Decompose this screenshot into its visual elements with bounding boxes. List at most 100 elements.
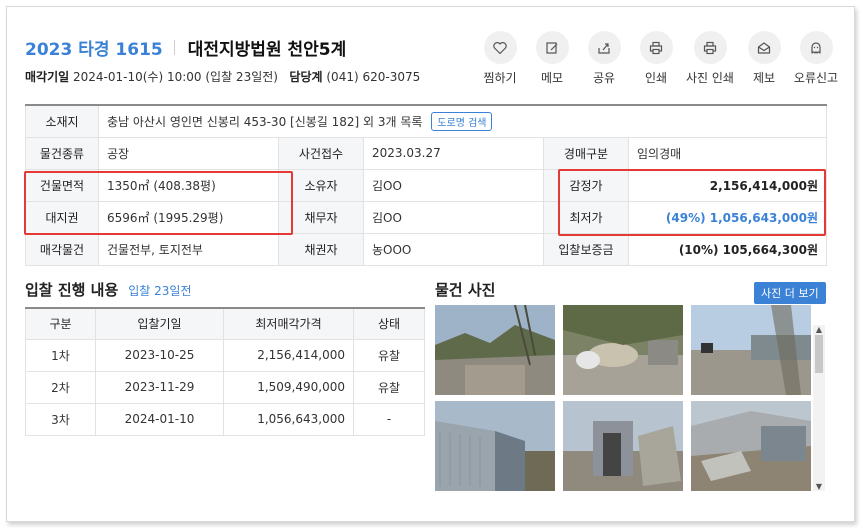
address-value: 충남 아산시 영인면 신봉리 453-30 [신봉길 182] 외 3개 목록 bbox=[107, 114, 423, 129]
case-date-label: 사건접수 bbox=[278, 136, 364, 170]
sale-date-value: 2024-01-10(수) 10:00 (입찰 23일전) bbox=[73, 70, 278, 84]
auction-kind-label: 경매구분 bbox=[543, 136, 629, 170]
bid-status: 유찰 bbox=[353, 338, 425, 372]
property-photo[interactable] bbox=[691, 305, 811, 395]
error-report-label: 오류신고 bbox=[793, 71, 839, 85]
report-label: 제보 bbox=[752, 71, 776, 85]
bidding-title: 입찰 진행 내용 bbox=[25, 281, 119, 299]
property-photo[interactable] bbox=[563, 305, 683, 395]
favorite-label: 찜하기 bbox=[483, 71, 517, 85]
bid-round: 3차 bbox=[25, 402, 96, 436]
auction-detail-panel: 2023 타경 1615 대전지방법원 천안5계 매각기일 2024-01-10… bbox=[6, 6, 855, 522]
land-value: 6596㎡ (1995.29평) bbox=[98, 200, 279, 234]
table-row: 3차 2024-01-10 1,056,643,000 - bbox=[25, 402, 425, 436]
table-row: 대지권 6596㎡ (1995.29평) 채무자 김OO 최저가 (49%) 1… bbox=[25, 200, 827, 234]
scroll-down-icon[interactable]: ▼ bbox=[813, 482, 825, 491]
deposit-value: (10%) 105,664,300원 bbox=[628, 232, 827, 266]
column-header-price: 최저매각가격 bbox=[223, 307, 354, 340]
type-value: 공장 bbox=[98, 136, 279, 170]
bid-status: - bbox=[353, 402, 425, 436]
scroll-up-icon[interactable]: ▲ bbox=[813, 325, 825, 334]
appraisal-value: 2,156,414,000원 bbox=[628, 168, 827, 202]
sale-item-value: 건물전부, 토지전부 bbox=[98, 232, 279, 266]
memo-label: 메모 bbox=[540, 71, 564, 85]
more-photos-button[interactable]: 사진 더 보기 bbox=[754, 282, 826, 304]
type-label: 물건종류 bbox=[25, 136, 99, 170]
title-divider bbox=[173, 40, 175, 55]
min-price-value: (49%) 1,056,643,000원 bbox=[628, 200, 827, 234]
land-label: 대지권 bbox=[25, 200, 99, 234]
photo-gallery bbox=[435, 305, 812, 491]
ghost-icon bbox=[799, 31, 833, 64]
property-info-table: 소재지 충남 아산시 영인면 신봉리 453-30 [신봉길 182] 외 3개… bbox=[25, 104, 827, 266]
property-photo[interactable] bbox=[691, 401, 811, 491]
court-name: 대전지방법원 천안5계 bbox=[187, 40, 347, 60]
building-area-label: 건물면적 bbox=[25, 168, 99, 202]
bid-round: 1차 bbox=[25, 338, 96, 372]
dept-label: 담당계 bbox=[289, 70, 323, 84]
heart-icon bbox=[483, 31, 517, 64]
bid-round: 2차 bbox=[25, 370, 96, 404]
bid-date: 2024-01-10 bbox=[95, 402, 224, 436]
photo-print-button[interactable]: 사진 인쇄 bbox=[682, 31, 738, 86]
case-number: 2023 타경 1615 bbox=[25, 40, 163, 60]
address-label: 소재지 bbox=[25, 104, 99, 138]
action-toolbar: 찜하기 메모 공유 인쇄 사진 인쇄 제보 오류신고 bbox=[474, 31, 842, 86]
photo-print-icon bbox=[693, 31, 727, 64]
bid-date: 2023-10-25 bbox=[95, 338, 224, 372]
table-header-row: 구분 입찰기일 최저매각가격 상태 bbox=[25, 307, 425, 340]
page-title: 2023 타경 1615 대전지방법원 천안5계 bbox=[25, 35, 346, 60]
case-date-value: 2023.03.27 bbox=[363, 136, 544, 170]
print-button[interactable]: 인쇄 bbox=[630, 31, 682, 86]
auction-kind-value: 임의경매 bbox=[628, 136, 827, 170]
scrollbar-thumb[interactable] bbox=[815, 335, 823, 373]
column-header-date: 입찰기일 bbox=[95, 307, 224, 340]
photo-print-label: 사진 인쇄 bbox=[686, 71, 734, 85]
share-icon bbox=[587, 31, 621, 64]
column-header-status: 상태 bbox=[353, 307, 425, 340]
bid-price: 1,056,643,000 bbox=[223, 402, 354, 436]
table-row: 1차 2023-10-25 2,156,414,000 유찰 bbox=[25, 338, 425, 372]
sale-item-label: 매각물건 bbox=[25, 232, 99, 266]
owner-label: 소유자 bbox=[278, 168, 364, 202]
min-price-label: 최저가 bbox=[543, 200, 629, 234]
bidding-table: 구분 입찰기일 최저매각가격 상태 1차 2023-10-25 2,156,41… bbox=[25, 307, 425, 436]
bidding-section-title: 입찰 진행 내용 입찰 23일전 bbox=[25, 279, 192, 300]
memo-button[interactable]: 메모 bbox=[526, 31, 578, 86]
table-row: 건물면적 1350㎡ (408.38평) 소유자 김OO 감정가 2,156,4… bbox=[25, 168, 827, 202]
mail-icon bbox=[747, 31, 781, 64]
debtor-label: 채무자 bbox=[278, 200, 364, 234]
sale-date-row: 매각기일 2024-01-10(수) 10:00 (입찰 23일전) 담당계 (… bbox=[25, 68, 420, 85]
creditor-value: 농OOO bbox=[363, 232, 544, 266]
bid-price: 2,156,414,000 bbox=[223, 338, 354, 372]
address-cell: 충남 아산시 영인면 신봉리 453-30 [신봉길 182] 외 3개 목록 … bbox=[98, 104, 827, 138]
table-row: 2차 2023-11-29 1,509,490,000 유찰 bbox=[25, 370, 425, 404]
property-photo[interactable] bbox=[435, 401, 555, 491]
property-photo[interactable] bbox=[563, 401, 683, 491]
sale-date-label: 매각기일 bbox=[25, 70, 70, 84]
bid-status: 유찰 bbox=[353, 370, 425, 404]
bid-date: 2023-11-29 bbox=[95, 370, 224, 404]
bid-price: 1,509,490,000 bbox=[223, 370, 354, 404]
share-label: 공유 bbox=[592, 71, 616, 85]
building-area-value: 1350㎡ (408.38평) bbox=[98, 168, 279, 202]
debtor-value: 김OO bbox=[363, 200, 544, 234]
property-photo[interactable] bbox=[435, 305, 555, 395]
memo-icon bbox=[535, 31, 569, 64]
photo-scrollbar[interactable]: ▲ ▼ bbox=[813, 325, 825, 491]
deposit-label: 입찰보증금 bbox=[543, 232, 629, 266]
print-label: 인쇄 bbox=[644, 71, 668, 85]
road-search-button[interactable]: 도로명 검색 bbox=[431, 111, 493, 131]
favorite-button[interactable]: 찜하기 bbox=[474, 31, 526, 86]
print-icon bbox=[639, 31, 673, 64]
bidding-countdown[interactable]: 입찰 23일전 bbox=[128, 284, 191, 298]
table-row: 매각물건 건물전부, 토지전부 채권자 농OOO 입찰보증금 (10%) 105… bbox=[25, 232, 827, 266]
report-button[interactable]: 제보 bbox=[738, 31, 790, 86]
table-row: 소재지 충남 아산시 영인면 신봉리 453-30 [신봉길 182] 외 3개… bbox=[25, 104, 827, 138]
error-report-button[interactable]: 오류신고 bbox=[790, 31, 842, 86]
owner-value: 김OO bbox=[363, 168, 544, 202]
dept-phone: (041) 620-3075 bbox=[326, 70, 421, 84]
photos-section-title: 물건 사진 bbox=[435, 281, 496, 299]
table-row: 물건종류 공장 사건접수 2023.03.27 경매구분 임의경매 bbox=[25, 136, 827, 170]
share-button[interactable]: 공유 bbox=[578, 31, 630, 86]
